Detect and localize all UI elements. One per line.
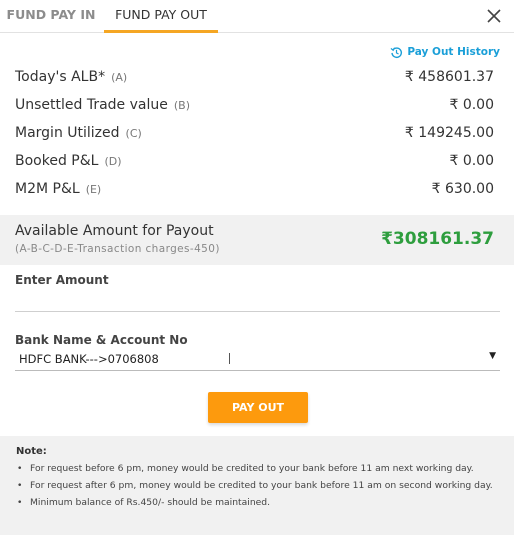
summary-row-margin-utilized: Margin Utilized (C) ₹ 149245.00 xyxy=(15,122,494,144)
available-amount-panel: Available Amount for Payout (A-B-C-D-E-T… xyxy=(0,215,514,265)
tab-fund-pay-in[interactable]: FUND PAY IN xyxy=(0,0,102,33)
close-icon[interactable] xyxy=(486,8,502,24)
tab-fund-pay-out-label: FUND PAY OUT xyxy=(115,7,207,22)
summary-code: (C) xyxy=(125,127,142,140)
notes-title: Note: xyxy=(16,446,47,457)
amount-label: Enter Amount xyxy=(15,273,109,287)
text-cursor xyxy=(229,353,230,364)
summary-value: ₹ 0.00 xyxy=(449,153,494,169)
note-item: Minimum balance of Rs.450/- should be ma… xyxy=(16,496,500,509)
summary-label: Today's ALB* (A) xyxy=(15,69,127,85)
summary-row-unsettled-trade: Unsettled Trade value (B) ₹ 0.00 xyxy=(15,94,494,116)
summary-label: Booked P&L (D) xyxy=(15,153,122,169)
summary-value: ₹ 630.00 xyxy=(431,181,494,197)
available-amount-value: ₹308161.37 xyxy=(381,229,494,249)
summary-label-text: Booked P&L xyxy=(15,153,99,169)
summary-label: Unsettled Trade value (B) xyxy=(15,97,190,113)
amount-input[interactable] xyxy=(15,290,500,312)
payout-button[interactable]: PAY OUT xyxy=(208,392,308,423)
notes-list: For request before 6 pm, money would be … xyxy=(16,462,500,509)
summary-label: M2M P&L (E) xyxy=(15,181,101,197)
bank-account-value: HDFC BANK--->0706808 xyxy=(19,352,159,366)
bank-label: Bank Name & Account No xyxy=(15,333,188,347)
payout-history-link[interactable]: Pay Out History xyxy=(390,44,500,60)
available-amount-formula: (A-B-C-D-E-Transaction charges-450) xyxy=(15,243,220,255)
summary-row-alb: Today's ALB* (A) ₹ 458601.37 xyxy=(15,66,494,88)
note-item: For request after 6 pm, money would be c… xyxy=(16,479,500,492)
bank-account-select[interactable]: HDFC BANK--->0706808 ▼ xyxy=(15,350,500,371)
summary-code: (D) xyxy=(104,155,122,168)
chevron-down-icon[interactable]: ▼ xyxy=(489,351,496,361)
summary-label-text: Margin Utilized xyxy=(15,125,120,141)
summary-label: Margin Utilized (C) xyxy=(15,125,142,141)
active-tab-indicator xyxy=(104,30,218,33)
summary-row-booked-pnl: Booked P&L (D) ₹ 0.00 xyxy=(15,150,494,172)
tab-bar: FUND PAY IN FUND PAY OUT xyxy=(0,0,514,33)
summary-label-text: M2M P&L xyxy=(15,181,80,197)
summary-value: ₹ 0.00 xyxy=(449,97,494,113)
payout-history-label: Pay Out History xyxy=(407,46,500,58)
tab-fund-pay-out[interactable]: FUND PAY OUT xyxy=(104,0,218,33)
summary-value: ₹ 458601.37 xyxy=(404,69,494,85)
history-icon xyxy=(390,46,403,58)
summary-code: (B) xyxy=(173,99,191,112)
note-item: For request before 6 pm, money would be … xyxy=(16,462,500,475)
summary-label-text: Unsettled Trade value xyxy=(15,97,168,113)
available-amount-title: Available Amount for Payout xyxy=(15,223,214,239)
summary-code: (A) xyxy=(111,71,128,84)
summary-value: ₹ 149245.00 xyxy=(404,125,494,141)
redaction-mask xyxy=(159,358,229,366)
summary-label-text: Today's ALB* xyxy=(15,69,106,85)
notes-panel: Note: For request before 6 pm, money wou… xyxy=(0,436,514,535)
summary-row-m2m-pnl: M2M P&L (E) ₹ 630.00 xyxy=(15,178,494,200)
summary-code: (E) xyxy=(85,183,102,196)
